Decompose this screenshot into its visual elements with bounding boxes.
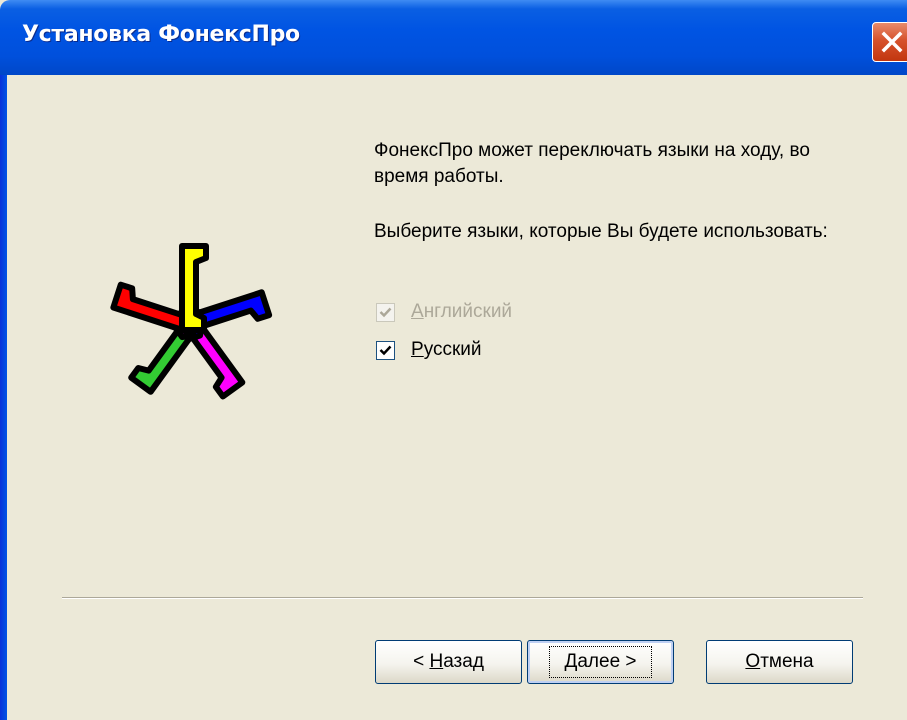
- phones-star-logo-icon: [110, 243, 273, 400]
- choose-languages-text: Выберите языки, которые Вы будете исполь…: [374, 221, 828, 242]
- back-button[interactable]: < Назад: [375, 640, 522, 684]
- window-title: Установка ФонексПро: [22, 22, 300, 47]
- english-checkbox: [376, 302, 395, 322]
- cancel-button-label: Отмена: [745, 651, 814, 672]
- back-button-label: < Назад: [413, 651, 484, 672]
- language-option-russian[interactable]: Русский: [376, 339, 482, 361]
- title-bar[interactable]: Установка ФонексПро: [0, 0, 907, 75]
- checkmark-icon: [379, 345, 392, 355]
- close-icon: [881, 31, 903, 53]
- next-button-label: Далее >: [549, 646, 652, 678]
- language-option-english: Английский: [376, 301, 512, 323]
- button-separator: [62, 597, 863, 599]
- intro-text: ФонексПро может переключать языки на ход…: [374, 140, 810, 187]
- next-button[interactable]: Далее >: [527, 640, 674, 684]
- english-label: Английский: [411, 301, 513, 322]
- checkmark-icon: [379, 307, 392, 317]
- window-frame-left: [0, 75, 7, 720]
- installer-window: Установка ФонексПро ФонексПро может пере…: [0, 0, 907, 720]
- russian-checkbox[interactable]: [376, 340, 395, 360]
- cancel-button[interactable]: Отмена: [706, 640, 853, 684]
- russian-label[interactable]: Русский: [411, 339, 482, 361]
- close-button[interactable]: [872, 22, 907, 62]
